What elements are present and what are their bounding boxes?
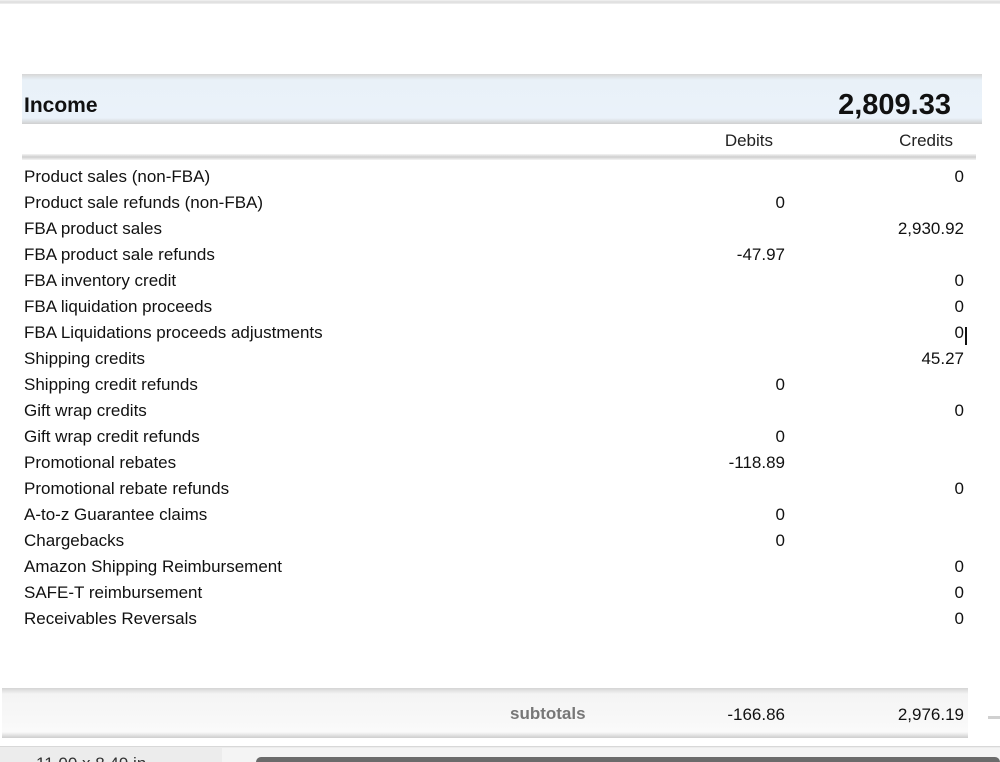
row-credit[interactable]: 0 <box>955 323 964 343</box>
subtotals-band-edge <box>988 716 1000 719</box>
row-label: A-to-z Guarantee claims <box>24 505 208 524</box>
subtotal-credits: 2,976.19 <box>897 705 964 724</box>
table-row: FBA inventory credit 0 <box>0 269 1000 295</box>
row-label: Promotional rebate refunds <box>24 479 230 498</box>
row-label: FBA Liquidations proceeds adjustments <box>24 323 323 342</box>
text-cursor <box>965 327 967 345</box>
income-rows: Product sales (non-FBA) 0 Product sale r… <box>0 165 1000 633</box>
row-credit: 0 <box>954 609 964 628</box>
row-label: FBA product sales <box>24 219 162 238</box>
row-credit: 0 <box>954 167 964 186</box>
table-row: FBA product sales 2,930.92 <box>0 217 1000 243</box>
row-label: Receivables Reversals <box>24 609 197 628</box>
row-label: SAFE-T reimbursement <box>24 583 203 602</box>
table-row: Chargebacks 0 <box>0 529 1000 555</box>
row-label: Shipping credits <box>24 349 145 368</box>
debits-column-header: Debits <box>724 131 773 150</box>
subtotals-band <box>2 688 968 738</box>
row-credit: 0 <box>954 271 964 290</box>
row-credit: 2,930.92 <box>897 219 964 238</box>
row-label: Amazon Shipping Reimbursement <box>24 557 282 576</box>
table-row: FBA liquidation proceeds 0 <box>0 295 1000 321</box>
row-debit: 0 <box>775 193 785 212</box>
table-row: FBA product sale refunds -47.97 <box>0 243 1000 269</box>
row-label: FBA product sale refunds <box>24 245 215 264</box>
page-size-indicator: 11.00 x 8.49 in <box>36 754 146 762</box>
table-row: Shipping credit refunds 0 <box>0 373 1000 399</box>
table-row: Product sale refunds (non-FBA) 0 <box>0 191 1000 217</box>
header-divider <box>22 154 976 160</box>
row-debit: 0 <box>775 505 785 524</box>
credits-column-header: Credits <box>899 131 953 150</box>
subtotals-label: subtotals <box>510 704 586 723</box>
top-divider <box>0 0 1000 4</box>
row-credit: 0 <box>954 557 964 576</box>
row-credit: 45.27 <box>921 349 964 368</box>
row-label: Promotional rebates <box>24 453 177 472</box>
row-label: Product sale refunds (non-FBA) <box>24 193 264 212</box>
row-label: Chargebacks <box>24 531 125 550</box>
row-debit: -47.97 <box>736 245 785 264</box>
row-debit: 0 <box>775 375 785 394</box>
row-debit: 0 <box>775 531 785 550</box>
income-total: 2,809.33 <box>838 89 951 121</box>
row-debit: -118.89 <box>728 453 785 472</box>
table-row: SAFE-T reimbursement 0 <box>0 581 1000 607</box>
table-row: Promotional rebate refunds 0 <box>0 477 1000 503</box>
row-label: Gift wrap credit refunds <box>24 427 200 446</box>
row-label: Gift wrap credits <box>24 401 147 420</box>
table-row: Product sales (non-FBA) 0 <box>0 165 1000 191</box>
horizontal-scrollbar-thumb[interactable] <box>256 757 1000 762</box>
row-label: Shipping credit refunds <box>24 375 198 394</box>
table-row: Amazon Shipping Reimbursement 0 <box>0 555 1000 581</box>
income-title: Income <box>24 94 98 117</box>
row-label: FBA liquidation proceeds <box>24 297 213 316</box>
row-credit: 0 <box>954 297 964 316</box>
row-label: Product sales (non-FBA) <box>24 167 211 186</box>
table-row: Gift wrap credit refunds 0 <box>0 425 1000 451</box>
table-row: FBA Liquidations proceeds adjustments 0 <box>0 321 1000 347</box>
table-row: Gift wrap credits 0 <box>0 399 1000 425</box>
table-row: Promotional rebates -118.89 <box>0 451 1000 477</box>
table-row: Shipping credits 45.27 <box>0 347 1000 373</box>
row-credit: 0 <box>954 583 964 602</box>
subtotal-debits: -166.86 <box>727 705 785 724</box>
row-label: FBA inventory credit <box>24 271 177 290</box>
table-row: A-to-z Guarantee claims 0 <box>0 503 1000 529</box>
table-row: Receivables Reversals 0 <box>0 607 1000 633</box>
row-credit: 0 <box>954 479 964 498</box>
row-debit: 0 <box>775 427 785 446</box>
row-credit: 0 <box>954 401 964 420</box>
income-statement-page: Income 2,809.33 Debits Credits Product s… <box>0 0 1000 762</box>
